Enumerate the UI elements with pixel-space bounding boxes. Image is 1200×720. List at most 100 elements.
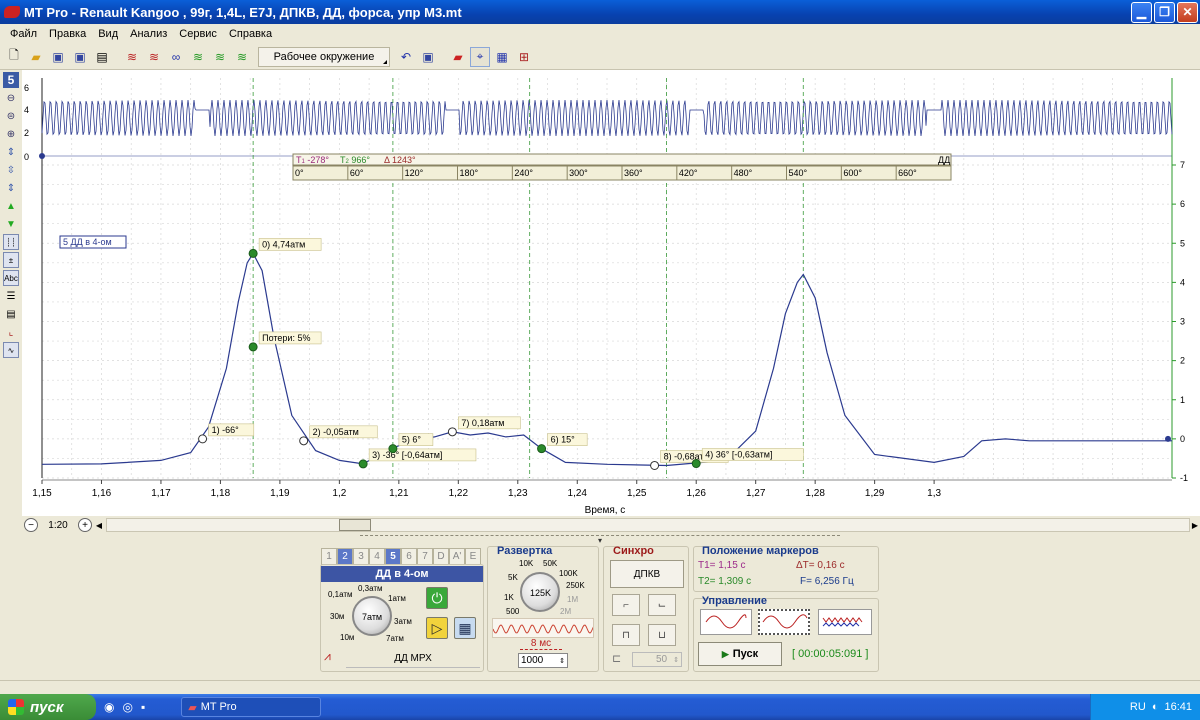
channel-tab-e[interactable]: E [465, 548, 481, 565]
taskbar-mtpro-button[interactable]: ▰ MT Pro [181, 697, 322, 717]
maximize-button[interactable]: ❐ [1154, 1, 1175, 23]
horizontal-scrollbar[interactable] [106, 518, 1190, 532]
measure-icon[interactable]: ⌞ [3, 324, 19, 340]
top-tick-4: 4 [24, 105, 29, 115]
move-down-icon[interactable]: ▼ [3, 216, 19, 232]
channel-tab-d[interactable]: D [433, 548, 449, 565]
power-button[interactable]: ⏻ [426, 587, 448, 609]
quicklaunch-ie-icon[interactable]: ◉ [104, 700, 114, 714]
menu-bar: Файл Правка Вид Анализ Сервис Справка [0, 24, 1200, 44]
signal-compare-icon[interactable]: ∞ [166, 47, 186, 67]
signal-icon[interactable]: ≋ [122, 47, 142, 67]
tray-network-icon[interactable]: ◐ [1152, 701, 1159, 713]
level-arrows-icon[interactable]: ⇕ [673, 656, 679, 664]
environment-dropdown[interactable]: Рабочее окружение [258, 46, 390, 67]
move-up-icon[interactable]: ▲ [3, 198, 19, 214]
oscilloscope-area[interactable]: 6 4 2 0 T1 -278° T2 966° Δ 1243° ДД 0° 60… [22, 70, 1200, 516]
mode-stream-button[interactable] [818, 609, 872, 635]
calculator-button[interactable]: ▦ [454, 617, 476, 639]
top-zero-marker [39, 153, 45, 159]
start-menu-button[interactable]: пуск [0, 694, 96, 720]
save-env-icon[interactable]: ▣ [418, 47, 438, 67]
scale-icon[interactable]: ± [3, 252, 19, 268]
sweep-500: 500 [506, 607, 520, 616]
sync-source-dropdown[interactable]: ДПКВ [610, 560, 684, 588]
minimize-button[interactable]: ▁ [1131, 1, 1152, 23]
open-folder-icon[interactable]: ▰ [26, 47, 46, 67]
channel-tab-3[interactable]: 3 [353, 548, 369, 565]
channel-tab-6[interactable]: 6 [401, 548, 417, 565]
scope-chart[interactable]: 6 4 2 0 T1 -278° T2 966° Δ 1243° ДД 0° 60… [22, 70, 1200, 516]
channel-tab-7[interactable]: 7 [417, 548, 433, 565]
save-icon[interactable]: ▣ [48, 47, 68, 67]
mode-single-button[interactable] [700, 609, 752, 635]
annotation-point [358, 459, 368, 469]
car-icon[interactable]: ▰ [448, 47, 468, 67]
panel-splitter[interactable]: ▾ [360, 535, 840, 545]
split-view-icon[interactable]: ⊞ [514, 47, 534, 67]
control-title: Управление [702, 595, 768, 607]
points-spinner[interactable]: 1000 ⇕ [518, 653, 568, 668]
trigger-rise-button[interactable]: ⌐ [612, 594, 640, 616]
compress-vertical-icon[interactable]: ⇳ [3, 162, 19, 178]
table-icon[interactable]: ▤ [3, 306, 19, 322]
quicklaunch-browser-icon[interactable]: ◎ [122, 700, 132, 714]
play-icon: ▶ [721, 648, 729, 659]
start-button[interactable]: ▶ Пуск [698, 642, 782, 666]
zoom-in-time-button[interactable]: + [78, 518, 92, 532]
trigger-fall-button[interactable]: ⌙ [648, 594, 676, 616]
cursor-lines-icon[interactable]: ┊┊ [3, 234, 19, 250]
text-label-icon[interactable]: Abc [3, 270, 19, 286]
signal-green3-icon[interactable]: ≋ [232, 47, 252, 67]
menu-analysis[interactable]: Анализ [124, 28, 173, 40]
zoom-out-icon[interactable]: ⊖ [3, 90, 19, 106]
language-indicator[interactable]: RU [1130, 701, 1146, 713]
grid-view-icon[interactable]: ▦ [492, 47, 512, 67]
mode-normal-button[interactable] [758, 609, 810, 635]
x-tick-label: 1,19 [270, 488, 290, 499]
zoom-out-time-button[interactable]: − [24, 518, 38, 532]
waveform-icon[interactable]: ∿ [3, 342, 19, 358]
annotation-point [248, 342, 258, 352]
play-channel-button[interactable]: ▷ [426, 617, 448, 639]
spinner-arrows-icon[interactable]: ⇕ [559, 657, 565, 665]
menu-view[interactable]: Вид [92, 28, 124, 40]
cursor-mode-icon[interactable]: ⌖ [470, 46, 490, 67]
list-icon[interactable]: ☰ [3, 288, 19, 304]
system-tray: RU ◐ 16:41 [1090, 694, 1200, 720]
menu-service[interactable]: Сервис [173, 28, 223, 40]
scroll-right-button[interactable]: ▶ [1190, 518, 1200, 532]
channel-tab-2[interactable]: 2 [337, 548, 353, 565]
close-button[interactable]: ✕ [1177, 1, 1198, 23]
trigger-mode-a-button[interactable]: ⊓ [612, 624, 640, 646]
sync-level-spinner[interactable]: 50 ⇕ [632, 652, 682, 667]
channel-tab-a[interactable]: A' [449, 548, 465, 565]
signal-green-icon[interactable]: ≋ [188, 47, 208, 67]
scroll-left-button[interactable]: ◀ [94, 518, 104, 532]
channel-tab-1[interactable]: 1 [321, 548, 337, 565]
degree-tick-label: 120° [405, 168, 424, 178]
quicklaunch-media-icon[interactable]: ▪ [141, 700, 145, 714]
signal-multi-icon[interactable]: ≋ [144, 47, 164, 67]
expand-vertical-icon[interactable]: ⇕ [3, 144, 19, 160]
signal-green2-icon[interactable]: ≋ [210, 47, 230, 67]
print-icon[interactable]: ▤ [92, 47, 112, 67]
trigger-mode-b-button[interactable]: ⊔ [648, 624, 676, 646]
spread-vertical-icon[interactable]: ⇕ [3, 180, 19, 196]
channel-tab-4[interactable]: 4 [369, 548, 385, 565]
menu-help[interactable]: Справка [223, 28, 278, 40]
probe-icon[interactable]: ⩘ [324, 649, 331, 664]
menu-edit[interactable]: Правка [43, 28, 92, 40]
channel-tab-5[interactable]: 5 [385, 548, 401, 565]
zoom-fit-icon[interactable]: ⊜ [3, 108, 19, 124]
new-file-icon[interactable]: 🗋 [4, 47, 24, 67]
stream-icon [822, 617, 863, 627]
save-as-icon[interactable]: ▣ [70, 47, 90, 67]
menu-file[interactable]: Файл [4, 28, 43, 40]
scrollbar-thumb[interactable] [339, 519, 371, 531]
channel-number[interactable]: 5 [3, 72, 19, 88]
undo-icon[interactable]: ↶ [396, 47, 416, 67]
probe-dropdown[interactable]: ДД МРХ [346, 650, 480, 668]
zoom-in-icon[interactable]: ⊕ [3, 126, 19, 142]
x-axis-label: Время, с [585, 505, 626, 516]
